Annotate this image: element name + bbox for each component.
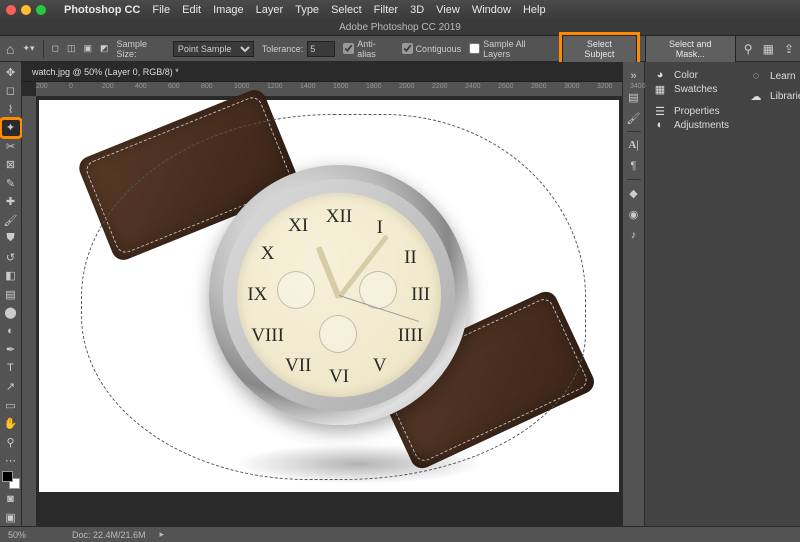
selection-mode-add-icon[interactable]: ◫: [67, 43, 76, 54]
panel-color[interactable]: ◕Color: [653, 68, 729, 82]
menu-edit[interactable]: Edit: [182, 4, 201, 16]
sample-size-select[interactable]: Point Sample: [173, 41, 254, 57]
selection-mode-new-icon[interactable]: ◻: [52, 43, 59, 54]
tools-panel: ✥ ◻ ⌇ ✦ ✂ ⊠ ✎ ✚ 🖌 ⛊ ↺ ◧ ▤ ⬤ ◐ ✒ T ↗ ▭ ✋ …: [0, 62, 22, 526]
menu-help[interactable]: Help: [523, 4, 546, 16]
menu-layer[interactable]: Layer: [256, 4, 284, 16]
dodge-tool[interactable]: ◐: [2, 323, 20, 340]
panel-learn[interactable]: ◌Learn: [749, 69, 800, 83]
history-brush-tool[interactable]: ↺: [2, 249, 20, 266]
watch-image: XIIIIIIIIIIIIVVIVIIVIIIIXXXI: [89, 120, 569, 470]
zoom-tool[interactable]: ⚲: [2, 434, 20, 451]
sample-size-control: Sample Size: Point Sample: [117, 39, 254, 59]
fg-bg-colors[interactable]: [2, 471, 20, 489]
panel-properties[interactable]: ☰Properties: [653, 104, 729, 118]
mac-menubar: Photoshop CC File Edit Image Layer Type …: [0, 0, 800, 20]
magic-wand-tool[interactable]: ✦: [2, 120, 20, 137]
lasso-tool[interactable]: ⌇: [2, 101, 20, 118]
panel-dock: » ▤ 🖌 A| ¶ ◆ ◉ ♪: [622, 62, 644, 526]
type-tool[interactable]: T: [2, 360, 20, 377]
eyedropper-tool[interactable]: ✎: [2, 175, 20, 192]
options-bar: ⌂ ✦▾ ◻ ◫ ▣ ◩ Sample Size: Point Sample T…: [0, 36, 800, 62]
canvas[interactable]: XIIIIIIIIIIIIVVIVIIVIIIIXXXI: [39, 100, 619, 492]
move-tool[interactable]: ✥: [2, 64, 20, 81]
history-panel-icon[interactable]: ▤: [626, 89, 642, 105]
anti-alias-checkbox[interactable]: Anti-alias: [343, 39, 393, 59]
status-bar: 50% Doc: 22.4M/21.6M ▸: [0, 526, 800, 542]
menu-window[interactable]: Window: [472, 4, 511, 16]
frame-tool[interactable]: ⊠: [2, 157, 20, 174]
maximize-icon[interactable]: [36, 5, 46, 15]
window-controls[interactable]: [6, 5, 46, 15]
canvas-background[interactable]: XIIIIIIIIIIIIVVIVIIVIIIIXXXI: [36, 96, 622, 526]
home-icon[interactable]: ⌂: [6, 41, 14, 57]
path-tool[interactable]: ↗: [2, 379, 20, 396]
share-icon[interactable]: ⇪: [784, 42, 794, 56]
learn-icon: ◌: [749, 69, 763, 83]
color-icon: ◕: [653, 68, 667, 82]
edit-toolbar[interactable]: ⋯: [2, 453, 20, 470]
gradient-tool[interactable]: ▤: [2, 286, 20, 303]
character-panel-icon[interactable]: A|: [626, 137, 642, 153]
screen-mode-tool[interactable]: ▣: [2, 510, 20, 527]
select-subject-button[interactable]: Select Subject: [562, 35, 637, 63]
panel-adjustments[interactable]: ◐Adjustments: [653, 118, 729, 132]
menu-image[interactable]: Image: [213, 4, 244, 16]
panel-swatches[interactable]: ▦Swatches: [653, 82, 729, 96]
eraser-tool[interactable]: ◧: [2, 268, 20, 285]
doc-size[interactable]: Doc: 22.4M/21.6M: [72, 530, 146, 540]
selection-mode-subtract-icon[interactable]: ▣: [84, 43, 93, 54]
document-tab[interactable]: watch.jpg @ 50% (Layer 0, RGB/8) *: [22, 62, 622, 82]
tolerance-label: Tolerance:: [262, 44, 304, 54]
healing-tool[interactable]: ✚: [2, 194, 20, 211]
menu-3d[interactable]: 3D: [410, 4, 424, 16]
stamp-tool[interactable]: ⛊: [2, 231, 20, 248]
paragraph-panel-icon[interactable]: ¶: [626, 158, 642, 174]
contiguous-checkbox[interactable]: Contiguous: [402, 43, 462, 54]
properties-icon: ☰: [653, 104, 667, 118]
menu-filter[interactable]: Filter: [374, 4, 398, 16]
close-icon[interactable]: [6, 5, 16, 15]
right-panels: ◕Color ▦Swatches ☰Properties ◐Adjustment…: [644, 62, 800, 526]
menu-file[interactable]: File: [152, 4, 170, 16]
brush-tool[interactable]: 🖌: [2, 212, 20, 229]
select-and-mask-button[interactable]: Select and Mask...: [645, 35, 736, 63]
minimize-icon[interactable]: [21, 5, 31, 15]
vertical-ruler: [22, 96, 36, 526]
menu-select[interactable]: Select: [331, 4, 362, 16]
status-chevron-icon[interactable]: ▸: [160, 529, 165, 540]
hand-tool[interactable]: ✋: [2, 416, 20, 433]
tolerance-control: Tolerance:: [262, 41, 336, 57]
dock-chevron-icon[interactable]: »: [626, 68, 642, 84]
panel-libraries[interactable]: ☁Libraries: [749, 89, 800, 103]
search-icon[interactable]: ⚲: [744, 42, 753, 56]
workspace-icon[interactable]: ▦: [763, 42, 774, 56]
selection-mode-intersect-icon[interactable]: ◩: [100, 43, 109, 54]
zoom-level[interactable]: 50%: [8, 530, 58, 540]
menu-view[interactable]: View: [436, 4, 460, 16]
crop-tool[interactable]: ✂: [2, 138, 20, 155]
paths-panel-icon[interactable]: ♪: [626, 227, 642, 243]
document-area: watch.jpg @ 50% (Layer 0, RGB/8) * 20002…: [22, 62, 622, 526]
brushes-panel-icon[interactable]: 🖌: [626, 110, 642, 126]
shape-tool[interactable]: ▭: [2, 397, 20, 414]
adjustments-icon: ◐: [653, 118, 667, 132]
app-name[interactable]: Photoshop CC: [64, 4, 140, 16]
layers-panel-icon[interactable]: ◆: [626, 185, 642, 201]
separator: [43, 40, 44, 58]
options-right: ⚲ ▦ ⇪: [744, 42, 794, 56]
blur-tool[interactable]: ⬤: [2, 305, 20, 322]
sample-all-checkbox[interactable]: Sample All Layers: [469, 39, 554, 59]
libraries-icon: ☁: [749, 89, 763, 103]
pen-tool[interactable]: ✒: [2, 342, 20, 359]
swatches-icon: ▦: [653, 82, 667, 96]
horizontal-ruler: 2000200400600800100012001400160018002000…: [36, 82, 622, 96]
sample-size-label: Sample Size:: [117, 39, 169, 59]
menu-type[interactable]: Type: [295, 4, 319, 16]
quick-mask-tool[interactable]: ◙: [2, 491, 20, 508]
marquee-tool[interactable]: ◻: [2, 83, 20, 100]
channels-panel-icon[interactable]: ◉: [626, 206, 642, 222]
tolerance-input[interactable]: [307, 41, 335, 57]
tool-preset-icon[interactable]: ✦▾: [22, 43, 34, 54]
